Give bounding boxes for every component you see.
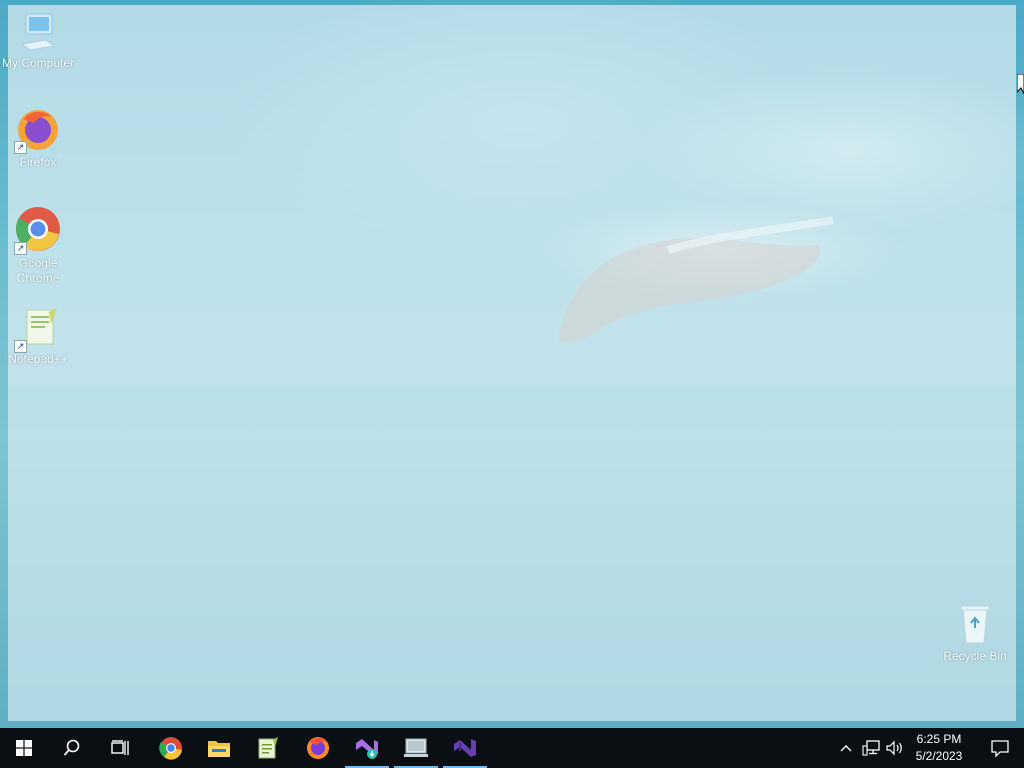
desktop-icon-my-computer[interactable]: My Computer [0,10,76,71]
task-view-icon [111,740,129,755]
desktop-icon-label: Notepad++ [8,352,68,366]
shortcut-arrow-icon: ↗ [14,340,27,353]
taskbar-network-app[interactable] [392,728,440,768]
desktop-icon-label: Recycle Bin [943,649,1007,663]
action-center-button[interactable] [976,728,1024,768]
mouse-cursor-icon [1017,74,1024,94]
clock[interactable]: 6:25 PM 5/2/2023 [906,731,972,765]
desktop-icon-recycle-bin[interactable]: Recycle Bin [937,603,1013,664]
notification-icon [991,740,1009,757]
windows-start-icon [16,740,32,756]
taskbar-notepad-plus-plus[interactable] [244,728,292,768]
network-tray-button[interactable] [860,728,882,768]
show-hidden-icons-button[interactable] [836,728,856,768]
taskbar: 6:25 PM 5/2/2023 [0,728,1024,768]
notepad-plus-plus-icon [258,737,278,759]
taskbar-visual-studio-installer[interactable] [343,728,391,768]
taskbar-file-explorer[interactable] [195,728,243,768]
overlay-highlight [8,5,1016,385]
chevron-up-icon [840,745,852,752]
start-button[interactable] [0,728,48,768]
search-button[interactable] [48,728,96,768]
clock-time: 6:25 PM [916,732,962,746]
desktop-icon-label: Firefox [19,155,57,169]
desktop-icon-google-chrome[interactable]: ↗ Google Chrome [0,204,76,286]
network-app-icon [404,738,428,757]
taskbar-firefox[interactable] [294,728,342,768]
search-icon [63,739,80,756]
desktop-icon-firefox[interactable]: ↗ Firefox [0,107,76,170]
desktop-icon-notepad-plus-plus[interactable]: ↗ Notepad++ [0,306,76,367]
recycle-bin-icon [960,605,990,644]
network-icon [862,740,880,756]
chrome-icon [159,737,182,760]
volume-tray-button[interactable] [884,728,906,768]
desktop-icon-label: My Computer [1,56,75,70]
taskbar-chrome[interactable] [147,728,195,768]
desktop-icon-label: Google Chrome [16,256,60,285]
shortcut-arrow-icon: ↗ [14,242,27,255]
computer-icon [20,13,56,51]
visual-studio-installer-icon [356,739,378,759]
task-view-button[interactable] [96,728,144,768]
volume-icon [886,740,902,756]
taskbar-visual-studio[interactable] [441,728,489,768]
visual-studio-icon [454,739,476,757]
file-explorer-icon [208,741,230,757]
firefox-icon [307,737,329,759]
clock-date: 5/2/2023 [915,749,963,763]
shortcut-arrow-icon: ↗ [14,141,27,154]
